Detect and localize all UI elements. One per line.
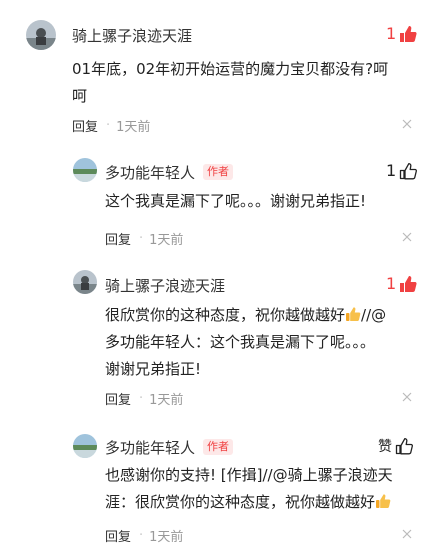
thumbs-up-emoji-icon xyxy=(376,494,391,508)
avatar[interactable] xyxy=(26,20,56,50)
comment-text-part: 很欣赏你的这种态度，祝你越做越好 xyxy=(105,306,346,324)
author-badge: 作者 xyxy=(203,164,233,180)
reply-item: 骑上骡子浪迹天涯 1 很欣赏你的这种态度，祝你越做越好//@ 多功能年轻人：这个… xyxy=(0,250,441,420)
comment-text: 01年底，02年初开始运营的魔力宝贝都没有?呵 呵 xyxy=(72,60,389,105)
comment-meta: 回复 · 1天前 xyxy=(72,116,150,135)
avatar[interactable] xyxy=(73,158,97,182)
thumbs-up-icon xyxy=(395,438,413,455)
like-button[interactable]: 1 xyxy=(386,161,418,180)
comment-item: 骑上骡子浪迹天涯 1 01年底，02年初开始运营的魔力宝贝都没有?呵 呵 回复 … xyxy=(0,0,441,140)
close-icon[interactable] xyxy=(402,529,412,539)
separator-dot: · xyxy=(139,528,144,543)
reply-button[interactable]: 回复 xyxy=(105,526,131,545)
like-button[interactable]: 1 xyxy=(386,274,417,293)
like-label: 赞 xyxy=(378,439,392,455)
like-count: 1 xyxy=(386,274,397,293)
thumbs-up-icon xyxy=(400,275,417,292)
close-icon[interactable] xyxy=(402,232,412,242)
like-button[interactable]: 1 xyxy=(386,24,417,43)
separator-dot: · xyxy=(139,391,144,406)
author-badge: 作者 xyxy=(203,439,233,455)
comment-text: 也感谢你的支持! [作揖]//@骑上骡子浪迹天 涯：很欣赏你的这种态度，祝你越做… xyxy=(105,462,435,516)
timestamp: 1天前 xyxy=(149,530,184,545)
close-icon[interactable] xyxy=(402,392,412,402)
thumbs-up-icon xyxy=(400,25,417,42)
like-count: 1 xyxy=(386,161,397,180)
timestamp: 1天前 xyxy=(149,233,184,248)
comment-text: 很欣赏你的这种态度，祝你越做越好//@ 多功能年轻人：这个我真是漏下了呢。。。 … xyxy=(105,302,425,383)
reply-button[interactable]: 回复 xyxy=(72,116,98,135)
avatar[interactable] xyxy=(73,434,97,458)
separator-dot: · xyxy=(106,118,111,133)
thumbs-up-emoji-icon xyxy=(346,307,361,321)
timestamp: 1天前 xyxy=(149,393,184,408)
author-name[interactable]: 多功能年轻人 xyxy=(105,162,195,183)
comment-meta: 回复 · 1天前 xyxy=(105,526,183,545)
like-count: 1 xyxy=(386,24,397,43)
comment-meta: 回复 · 1天前 xyxy=(105,229,183,248)
reply-item: 多功能年轻人 作者 1 这个我真是漏下了呢。。。谢谢兄弟指正! 回复 · 1天前 xyxy=(0,140,441,250)
author-name[interactable]: 骑上骡子浪迹天涯 xyxy=(105,275,225,296)
timestamp: 1天前 xyxy=(116,120,151,135)
reply-button[interactable]: 回复 xyxy=(105,389,131,408)
close-icon[interactable] xyxy=(402,119,412,129)
author-name[interactable]: 骑上骡子浪迹天涯 xyxy=(72,25,192,46)
separator-dot: · xyxy=(139,231,144,246)
reply-button[interactable]: 回复 xyxy=(105,229,131,248)
reply-item: 多功能年轻人 作者 赞 也感谢你的支持! [作揖]//@骑上骡子浪迹天 涯：很欣… xyxy=(0,420,441,548)
like-button[interactable]: 赞 xyxy=(378,436,413,456)
thumbs-up-icon xyxy=(400,162,418,179)
comment-meta: 回复 · 1天前 xyxy=(105,389,183,408)
comment-text-part: 也感谢你的支持! [作揖]//@骑上骡子浪迹天 涯：很欣赏你的这种态度，祝你越做… xyxy=(105,466,393,511)
avatar[interactable] xyxy=(73,270,97,294)
author-name[interactable]: 多功能年轻人 xyxy=(105,437,195,458)
comment-text: 这个我真是漏下了呢。。。谢谢兄弟指正! xyxy=(105,192,367,210)
